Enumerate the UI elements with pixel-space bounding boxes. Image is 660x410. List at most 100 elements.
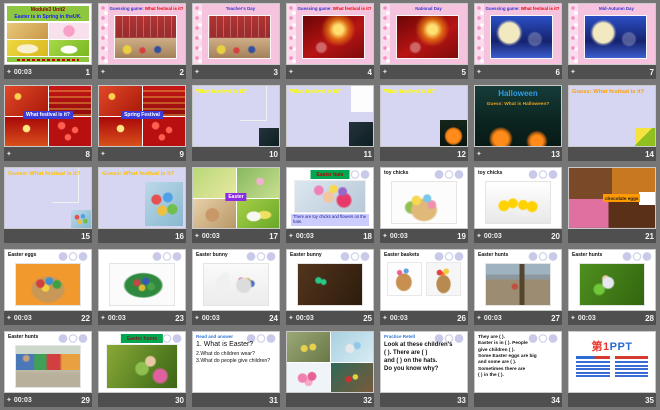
- slide-thumbnail[interactable]: Easter hunts: [98, 331, 186, 393]
- slide-cell-22[interactable]: Easter eggs ✦ 00:03 22: [4, 249, 92, 325]
- slide-thumbnail[interactable]: Easter hunts: [568, 249, 656, 311]
- slide-cell-9[interactable]: Spring Festival ✦ 9: [98, 85, 186, 161]
- slide-thumbnail[interactable]: Easter bunny: [192, 249, 280, 311]
- slide-cell-2[interactable]: Guessing game: What festival is it? ✦ 2: [98, 3, 186, 79]
- slide-cell-24[interactable]: Easter bunny ✦ 00:03 24: [192, 249, 280, 325]
- slide-cell-4[interactable]: Guessing game: What festival is it? ✦ 4: [286, 3, 374, 79]
- slide-cell-19[interactable]: toy chicks ✦ 00:03 19: [380, 167, 468, 243]
- decorative-circles: [58, 334, 88, 343]
- logo-text-line: [614, 364, 648, 367]
- slide-cell-3[interactable]: Teacher's Day ✦ 3: [192, 3, 280, 79]
- slide-photo: [294, 180, 366, 213]
- title-part: What festival is it?: [332, 6, 372, 11]
- slide-cell-10[interactable]: What festival is it? 10: [192, 85, 280, 161]
- logo-text-line: [576, 368, 610, 370]
- slide-thumbnail[interactable]: Guess: What festival is it?: [568, 85, 656, 147]
- slide-image: [287, 362, 330, 392]
- question-lines: Look at these children's ( ). There are (…: [384, 341, 464, 373]
- title-part: What festival is it?: [144, 6, 184, 11]
- slide-thumbnail[interactable]: Halloween Guess: What is Halloween?: [474, 85, 562, 147]
- slide-cell-7[interactable]: Mid-Autumn Day ✦ 7: [568, 3, 656, 79]
- slide-cell-34[interactable]: They are ( ). Easter is in ( ). People giv…: [474, 331, 562, 407]
- slide-time: 00:03: [483, 232, 502, 240]
- transition-star-icon: ✦: [476, 314, 482, 322]
- slide-cell-25[interactable]: Easter bunny ✦ 00:03 25: [286, 249, 374, 325]
- slide-thumbnail[interactable]: [98, 249, 186, 311]
- slide-cell-6[interactable]: Guessing game: What festival is it? ✦ 6: [474, 3, 562, 79]
- slide-thumbnail[interactable]: They are ( ). Easter is in ( ). People giv…: [474, 331, 562, 393]
- slide-cell-18[interactable]: Easter hats There are toy chicks and flow…: [286, 167, 374, 243]
- slide-cell-1[interactable]: Module3 Unit2 Easter is in Spring in theU…: [4, 3, 92, 79]
- slide-cell-29[interactable]: Easter hunts ✦ 00:03 29: [4, 331, 92, 407]
- slide-thumbnail[interactable]: [286, 331, 374, 393]
- slide-time: 00:03: [201, 314, 220, 322]
- slide-meta-bar: ✦ 00:03 29: [4, 393, 92, 407]
- slide-thumbnail[interactable]: National Day: [380, 3, 468, 65]
- decorative-circles: [340, 252, 370, 261]
- slide-thumbnail[interactable]: Mid-Autumn Day: [568, 3, 656, 65]
- question-text: What festival is it?: [290, 89, 341, 95]
- slide-thumbnail[interactable]: Spring Festival: [98, 85, 186, 147]
- slide-cell-30[interactable]: Easter hunts 30: [98, 331, 186, 407]
- slide-thumbnail[interactable]: Guess: What festival is it?: [4, 167, 92, 229]
- festival-label: Easter: [225, 192, 247, 201]
- slide-cell-11[interactable]: What festival is it? 11: [286, 85, 374, 161]
- slide-cell-8[interactable]: What festival is it? ✦ 8: [4, 85, 92, 161]
- slide-cell-17[interactable]: Easter ✦ 00:03 17: [192, 167, 280, 243]
- slide-title: Guessing game: What festival is it?: [485, 6, 560, 11]
- slide-number: 25: [363, 313, 372, 323]
- slide-cell-16[interactable]: Guess: What festival is it? 16: [98, 167, 186, 243]
- slide-thumbnail[interactable]: Teacher's Day: [192, 3, 280, 65]
- slide-thumbnail[interactable]: Read and answer 1. What is Easter? 2.What …: [192, 331, 280, 393]
- slide-thumbnail[interactable]: Module3 Unit2 Easter is in Spring in theU…: [4, 3, 92, 65]
- slide-meta-bar: ✦ 4: [286, 65, 374, 79]
- transition-star-icon: ✦: [288, 232, 294, 240]
- floral-border-decoration: [475, 4, 484, 64]
- slide-thumbnail[interactable]: What festival is it?: [4, 85, 92, 147]
- slide-number: 30: [175, 395, 184, 405]
- slide-image: [7, 40, 48, 56]
- slide-cell-35[interactable]: 第1PPT 35: [568, 331, 656, 407]
- slide-cell-13[interactable]: Halloween Guess: What is Halloween? ✦ 13: [474, 85, 562, 161]
- slide-thumbnail[interactable]: toy chicks: [474, 167, 562, 229]
- slide-thumbnail[interactable]: Easter eggs: [4, 249, 92, 311]
- slide-thumbnail[interactable]: Guessing game: What festival is it?: [474, 3, 562, 65]
- slide-meta-bar: ✦ 00:03 28: [568, 311, 656, 325]
- slide-thumbnail[interactable]: Guessing game: What festival is it?: [286, 3, 374, 65]
- slide-thumbnail[interactable]: Easter baskets: [380, 249, 468, 311]
- slide-thumbnail[interactable]: Easter: [192, 167, 280, 229]
- slide-cell-27[interactable]: Easter hunts ✦ 00:03 27: [474, 249, 562, 325]
- slide-thumbnail[interactable]: toy chicks: [380, 167, 468, 229]
- slide-thumbnail[interactable]: What festival is it?: [192, 85, 280, 147]
- slide-cell-12[interactable]: What festival is it? 12: [380, 85, 468, 161]
- slide-cell-15[interactable]: Guess: What festival is it? 15: [4, 167, 92, 243]
- slide-thumbnail[interactable]: Easter hunts: [4, 331, 92, 393]
- slide-cell-20[interactable]: toy chicks ✦ 00:03 20: [474, 167, 562, 243]
- slide-cell-26[interactable]: Easter baskets ✦ 00:03 26: [380, 249, 468, 325]
- slide-cell-21[interactable]: chocolate eggs 21: [568, 167, 656, 243]
- slide-thumbnail[interactable]: 第1PPT: [568, 331, 656, 393]
- section-label: Read and answer: [196, 334, 234, 339]
- slide-thumbnail[interactable]: Easter bunny: [286, 249, 374, 311]
- slide-cell-31[interactable]: Read and answer 1. What is Easter? 2.What …: [192, 331, 280, 407]
- slide-meta-bar: 31: [192, 393, 280, 407]
- transition-star-icon: ✦: [194, 314, 200, 322]
- slide-meta-bar: ✦ 6: [474, 65, 562, 79]
- slide-thumbnail[interactable]: What festival is it?: [380, 85, 468, 147]
- slide-thumbnail[interactable]: What festival is it?: [286, 85, 374, 147]
- slide-cell-28[interactable]: Easter hunts ✦ 00:03 28: [568, 249, 656, 325]
- slide-cell-32[interactable]: 32: [286, 331, 374, 407]
- slide-meta-bar: ✦ 00:03 25: [286, 311, 374, 325]
- slide-thumbnail[interactable]: chocolate eggs: [568, 167, 656, 229]
- slide-cell-14[interactable]: Guess: What festival is it? 14: [568, 85, 656, 161]
- slide-thumbnail[interactable]: Guessing game: What festival is it?: [98, 3, 186, 65]
- slide-meta-bar: ✦ 00:03 18: [286, 229, 374, 243]
- slide-thumbnail[interactable]: Guess: What festival is it?: [98, 167, 186, 229]
- slide-cell-5[interactable]: National Day ✦ 5: [380, 3, 468, 79]
- title-part: What festival is it?: [520, 6, 560, 11]
- slide-cell-23[interactable]: ✦ 00:03 23: [98, 249, 186, 325]
- slide-thumbnail[interactable]: Easter hats There are toy chicks and flow…: [286, 167, 374, 229]
- slide-cell-33[interactable]: Practice Retell Look at these children's (…: [380, 331, 468, 407]
- slide-thumbnail[interactable]: Easter hunts: [474, 249, 562, 311]
- slide-thumbnail[interactable]: Practice Retell Look at these children's (…: [380, 331, 468, 393]
